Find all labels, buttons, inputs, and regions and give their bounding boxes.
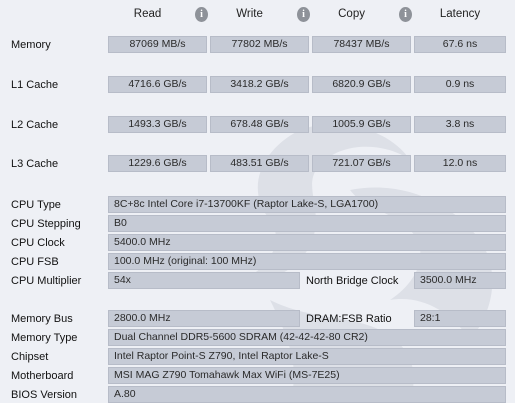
north-bridge-clock-label: North Bridge Clock: [306, 275, 399, 287]
copy-header-label: Copy: [338, 8, 365, 20]
l2-row-label: L2 Cache: [11, 119, 59, 131]
l2-write-value: 678.48 GB/s: [210, 116, 309, 133]
l1-copy-value: 6820.9 GB/s: [312, 76, 411, 93]
write-header: Write i: [210, 6, 310, 22]
memory-bus-value: 2800.0 MHz: [108, 310, 300, 327]
l1-write-value: 3418.2 GB/s: [210, 76, 309, 93]
north-bridge-clock-value: 3500.0 MHz: [414, 272, 506, 289]
memory-read-value: 87069 MB/s: [108, 36, 207, 53]
write-header-label: Write: [236, 8, 263, 20]
memory-latency-value: 67.6 ns: [414, 36, 506, 53]
cpu-type-value: 8C+8c Intel Core i7-13700KF (Raptor Lake…: [108, 196, 506, 213]
memory-copy-value: 78437 MB/s: [312, 36, 411, 53]
bios-version-label: BIOS Version: [11, 389, 78, 401]
l3-row-label: L3 Cache: [11, 158, 59, 170]
cpu-clock-value: 5400.0 MHz: [108, 234, 506, 251]
l3-latency-value: 12.0 ns: [414, 155, 506, 172]
cpu-multiplier-label: CPU Multiplier: [11, 275, 82, 287]
read-header: Read i: [108, 6, 208, 22]
cpu-stepping-label: CPU Stepping: [11, 218, 81, 230]
memory-bus-label: Memory Bus: [11, 313, 73, 325]
latency-header: Latency: [439, 8, 481, 20]
l2-latency-value: 3.8 ns: [414, 116, 506, 133]
l1-latency-value: 0.9 ns: [414, 76, 506, 93]
dram-fsb-ratio-value: 28:1: [414, 310, 506, 327]
copy-info-icon[interactable]: i: [399, 6, 412, 22]
memory-type-value: Dual Channel DDR5-5600 SDRAM (42-42-42-8…: [108, 329, 506, 346]
cpu-stepping-value: B0: [108, 215, 506, 232]
memory-write-value: 77802 MB/s: [210, 36, 309, 53]
cpu-fsb-label: CPU FSB: [11, 256, 59, 268]
chipset-label: Chipset: [11, 351, 49, 363]
motherboard-label: Motherboard: [11, 370, 74, 382]
motherboard-value: MSI MAG Z790 Tomahawk Max WiFi (MS-7E25): [108, 367, 506, 384]
copy-header: Copy i: [312, 6, 412, 22]
cpu-clock-label: CPU Clock: [11, 237, 65, 249]
read-info-icon[interactable]: i: [195, 6, 208, 22]
dram-fsb-ratio-label: DRAM:FSB Ratio: [306, 313, 392, 325]
memory-row-label: Memory: [11, 39, 51, 51]
cpu-fsb-value: 100.0 MHz (original: 100 MHz): [108, 253, 506, 270]
bios-version-value: A.80: [108, 386, 506, 403]
l3-write-value: 483.51 GB/s: [210, 155, 309, 172]
write-info-icon[interactable]: i: [297, 6, 310, 22]
l3-read-value: 1229.6 GB/s: [108, 155, 207, 172]
chipset-value: Intel Raptor Point-S Z790, Intel Raptor …: [108, 348, 506, 365]
l2-copy-value: 1005.9 GB/s: [312, 116, 411, 133]
cpu-multiplier-value: 54x: [108, 272, 300, 289]
l2-read-value: 1493.3 GB/s: [108, 116, 207, 133]
l3-copy-value: 721.07 GB/s: [312, 155, 411, 172]
cpu-type-label: CPU Type: [11, 199, 61, 211]
l1-row-label: L1 Cache: [11, 79, 59, 91]
l1-read-value: 4716.6 GB/s: [108, 76, 207, 93]
read-header-label: Read: [133, 8, 162, 20]
memory-type-label: Memory Type: [11, 332, 78, 344]
